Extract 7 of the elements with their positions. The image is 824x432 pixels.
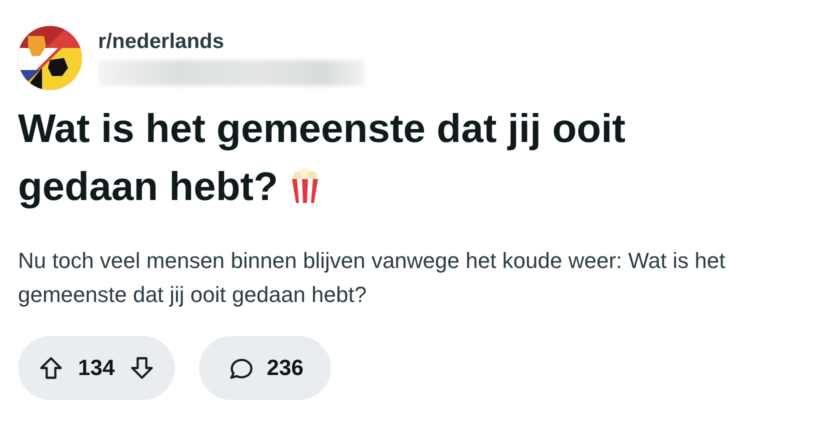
comments-button[interactable]: 236: [198, 336, 332, 400]
post-body: Nu toch veel mensen binnen blijven vanwege het koude weer: Wat is het gemeenste dat jij ooit gedaan hebt?: [18, 247, 726, 309]
vote-count: 134: [78, 355, 115, 381]
downvote-icon[interactable]: [128, 355, 155, 381]
subreddit-name[interactable]: r/nederlands: [98, 30, 364, 54]
post-title: Wat is het gemeenste dat jij ooit gedaan hebt?: [18, 106, 626, 211]
upvote-icon[interactable]: [38, 355, 64, 381]
